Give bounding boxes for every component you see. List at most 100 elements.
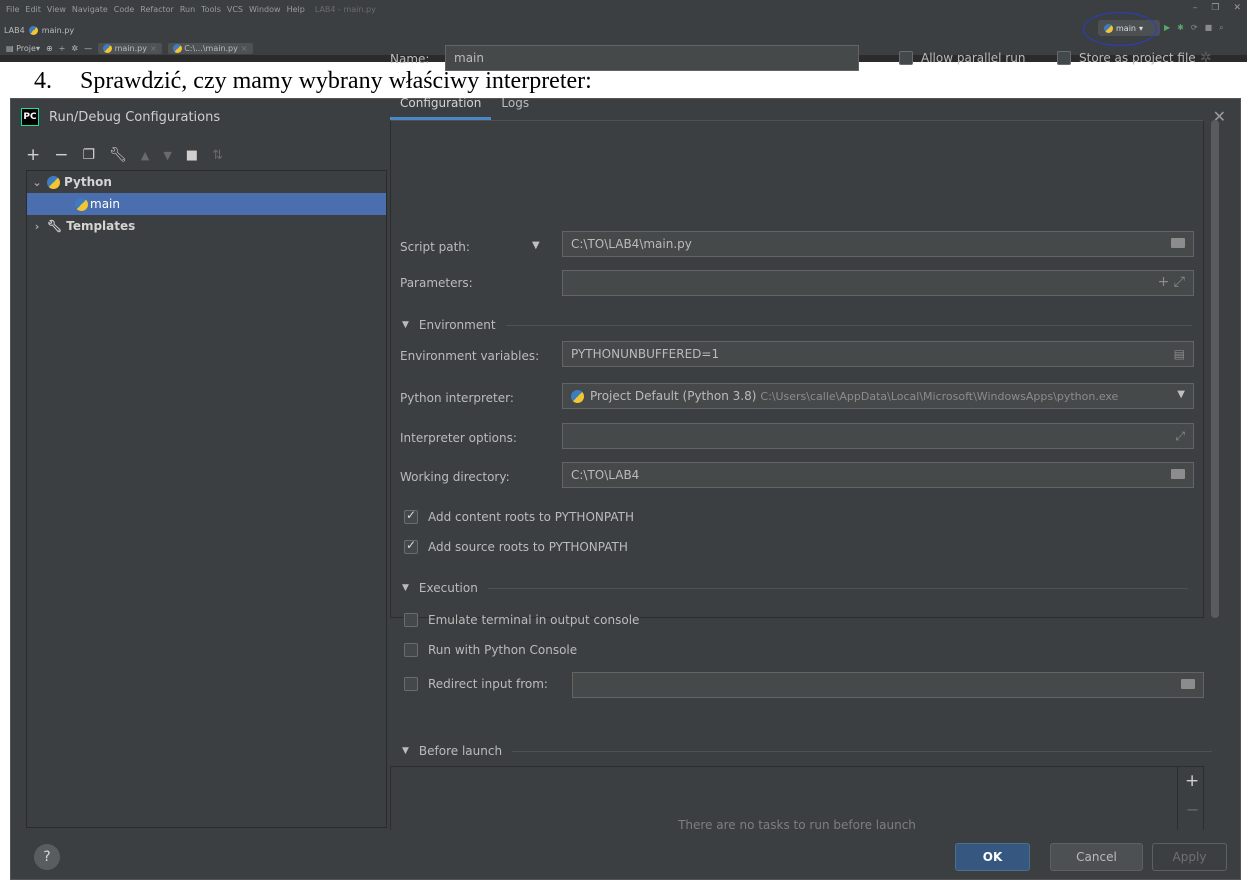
- menu-run[interactable]: Run: [180, 5, 195, 14]
- tree-item-python[interactable]: ⌄ Python: [27, 171, 386, 193]
- add-source-roots-checkbox[interactable]: Add source roots to PYTHONPATH: [404, 538, 628, 554]
- environment-section-header[interactable]: ▼ Environment: [402, 316, 1192, 334]
- allow-parallel-run-checkbox[interactable]: Allow parallel run: [899, 51, 1025, 65]
- scrollbar[interactable]: [1211, 120, 1219, 618]
- tree-item-main[interactable]: main: [27, 193, 386, 215]
- close-icon[interactable]: ×: [241, 44, 248, 53]
- script-path-value: C:\TO\LAB4\main.py: [571, 237, 692, 251]
- menu-refactor[interactable]: Refactor: [140, 5, 174, 14]
- copy-icon[interactable]: ❐: [83, 147, 96, 163]
- tab-logs[interactable]: Logs: [491, 84, 539, 120]
- checkbox-box[interactable]: [404, 538, 418, 554]
- emulate-terminal-checkbox[interactable]: Emulate terminal in output console: [404, 613, 639, 627]
- menu-help[interactable]: Help: [287, 5, 305, 14]
- folder-icon[interactable]: [1181, 678, 1195, 692]
- add-content-roots-checkbox[interactable]: Add content roots to PYTHONPATH: [404, 508, 634, 524]
- gear-icon[interactable]: ✲: [1200, 50, 1212, 66]
- redirect-input-checkbox[interactable]: Redirect input from:: [404, 677, 548, 691]
- python-interpreter-label: Python interpreter:: [400, 391, 514, 405]
- checkbox-box[interactable]: [404, 508, 418, 524]
- parameters-field[interactable]: + ⤢: [562, 270, 1194, 296]
- folder-icon[interactable]: [1171, 468, 1185, 482]
- minimize-panel-icon[interactable]: —: [84, 44, 92, 53]
- checkbox-box[interactable]: [1057, 51, 1071, 65]
- store-as-project-file-checkbox[interactable]: Store as project file: [1057, 51, 1196, 65]
- configurations-toolbar: + − ❐ 🔧︎ ▲ ▼ ■ ⇅: [26, 144, 223, 166]
- script-path-field[interactable]: C:\TO\LAB4\main.py: [562, 231, 1194, 257]
- ide-menubar: File Edit View Navigate Code Refactor Ru…: [0, 3, 376, 15]
- gear-icon[interactable]: ✲: [71, 44, 78, 53]
- ok-button[interactable]: OK: [955, 843, 1030, 871]
- stop-icon[interactable]: ■: [1205, 23, 1213, 33]
- folder-icon[interactable]: ■: [186, 148, 198, 163]
- close-window-icon[interactable]: ✕: [1233, 3, 1241, 13]
- checkbox-box[interactable]: [404, 643, 418, 657]
- remove-task-icon[interactable]: −: [1186, 800, 1199, 819]
- tab-configuration[interactable]: Configuration: [390, 84, 492, 120]
- tree-item-label: Python: [64, 175, 112, 189]
- project-tool-button[interactable]: ▤ Proje▾: [6, 44, 40, 53]
- edit-list-icon[interactable]: ▤: [1174, 347, 1185, 361]
- python-interpreter-select[interactable]: Project Default (Python 3.8) C:\Users\ca…: [562, 383, 1194, 409]
- debug-icon[interactable]: ✱: [1177, 23, 1184, 33]
- editor-tab-other[interactable]: C:\...\main.py ×: [167, 42, 253, 54]
- add-icon[interactable]: +: [26, 145, 40, 165]
- move-down-icon[interactable]: ▼: [163, 149, 171, 162]
- menu-vcs[interactable]: VCS: [227, 5, 243, 14]
- project-label: Proje: [16, 43, 36, 53]
- menu-navigate[interactable]: Navigate: [72, 5, 108, 14]
- add-task-icon[interactable]: +: [1185, 771, 1199, 791]
- tree-item-templates[interactable]: › 🔧︎ Templates: [27, 215, 386, 237]
- editor-tab-main[interactable]: main.py ×: [98, 42, 162, 54]
- working-directory-label: Working directory:: [400, 470, 510, 484]
- sort-icon[interactable]: ⇅: [212, 148, 223, 163]
- checkbox-label: Store as project file: [1079, 51, 1196, 65]
- restore-icon[interactable]: ❐: [1211, 3, 1219, 13]
- minimize-icon[interactable]: –: [1193, 3, 1198, 13]
- search-icon[interactable]: ⌕: [1219, 23, 1223, 33]
- run-icon[interactable]: ▶: [1164, 23, 1170, 33]
- move-up-icon[interactable]: ▲: [141, 149, 149, 162]
- interpreter-options-label: Interpreter options:: [400, 431, 517, 445]
- expand-icon[interactable]: + ⤢: [1158, 274, 1185, 290]
- working-directory-field[interactable]: C:\TO\LAB4: [562, 462, 1194, 488]
- chevron-down-icon[interactable]: ▼: [532, 240, 540, 251]
- folder-icon[interactable]: [1171, 237, 1185, 251]
- environment-variables-field[interactable]: PYTHONUNBUFFERED=1 ▤: [562, 341, 1194, 367]
- menu-view[interactable]: View: [47, 5, 66, 14]
- breadcrumb-file[interactable]: main.py: [42, 26, 74, 35]
- menu-window[interactable]: Window: [249, 5, 281, 14]
- remove-icon[interactable]: −: [54, 145, 68, 165]
- checkbox-box[interactable]: [404, 677, 418, 691]
- help-button[interactable]: ?: [34, 844, 60, 870]
- menu-edit[interactable]: Edit: [25, 5, 41, 14]
- globe-icon[interactable]: ⊕: [46, 44, 53, 53]
- wrench-icon[interactable]: 🔧︎: [109, 147, 127, 163]
- collapse-icon[interactable]: ÷: [59, 44, 66, 53]
- name-field[interactable]: main: [445, 45, 859, 71]
- cancel-button[interactable]: Cancel: [1050, 843, 1143, 871]
- expand-icon[interactable]: ⤢: [1175, 429, 1185, 444]
- menu-code[interactable]: Code: [114, 5, 134, 14]
- chevron-right-icon[interactable]: ›: [27, 220, 47, 233]
- close-icon[interactable]: ×: [150, 44, 157, 53]
- python-file-icon: [28, 25, 38, 35]
- chevron-down-icon[interactable]: ⌄: [27, 176, 47, 189]
- collapse-triangle-icon: ▼: [402, 320, 409, 330]
- run-with-python-console-checkbox[interactable]: Run with Python Console: [404, 643, 577, 657]
- checkbox-box[interactable]: [899, 51, 913, 65]
- checkbox-box[interactable]: [404, 613, 418, 627]
- menu-file[interactable]: File: [6, 5, 19, 14]
- coverage-icon[interactable]: ⟳: [1191, 23, 1198, 33]
- breadcrumb-project[interactable]: LAB4: [4, 26, 25, 35]
- interpreter-name: Project Default (Python 3.8): [590, 389, 757, 403]
- apply-button[interactable]: Apply: [1152, 843, 1227, 871]
- execution-section-header[interactable]: ▼ Execution: [402, 579, 1188, 597]
- editor-tab-label: C:\...\main.py: [184, 43, 238, 53]
- before-launch-task-list: There are no tasks to run before launch: [390, 766, 1204, 832]
- redirect-input-field[interactable]: [572, 672, 1204, 698]
- before-launch-section-header[interactable]: ▼ Before launch: [402, 742, 1213, 760]
- interpreter-options-field[interactable]: ⤢: [562, 423, 1194, 449]
- menu-tools[interactable]: Tools: [201, 5, 221, 14]
- checkbox-label: Emulate terminal in output console: [428, 613, 640, 627]
